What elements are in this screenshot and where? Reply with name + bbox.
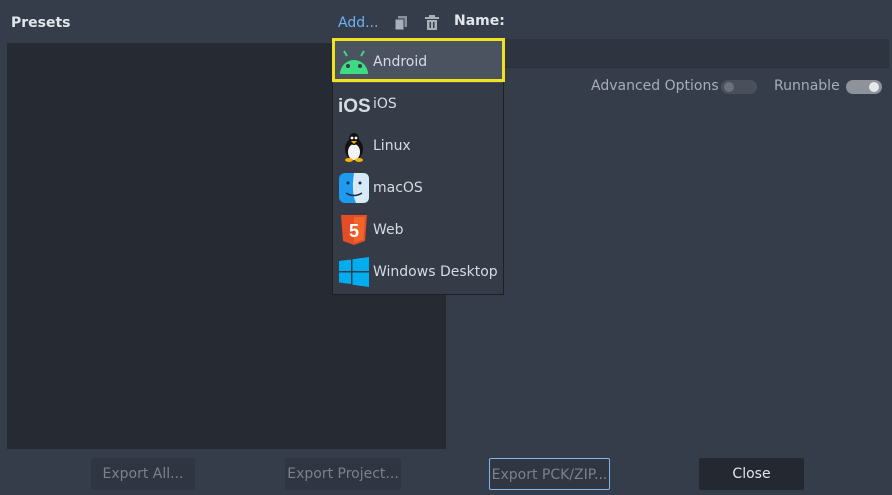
menu-item-label: Web xyxy=(373,222,404,238)
add-platform-menu: Android iOS iOS Linux macOS 5 Web Window… xyxy=(332,38,504,295)
advanced-options-toggle[interactable] xyxy=(721,80,757,94)
name-field[interactable] xyxy=(495,39,889,68)
html5-icon: 5 xyxy=(338,214,370,246)
name-label: Name: xyxy=(454,13,505,29)
menu-item-android[interactable]: Android xyxy=(333,41,503,83)
menu-item-label: Windows Desktop xyxy=(373,264,498,280)
menu-item-macos[interactable]: macOS xyxy=(333,167,503,209)
menu-item-linux[interactable]: Linux xyxy=(333,125,503,167)
linux-tux-icon xyxy=(338,130,370,162)
runnable-label: Runnable xyxy=(774,78,840,94)
menu-item-label: Linux xyxy=(373,138,411,154)
add-preset-button[interactable]: Add... xyxy=(338,15,378,31)
menu-item-ios[interactable]: iOS iOS xyxy=(333,83,503,125)
export-pck-zip-button[interactable]: Export PCK/ZIP... xyxy=(489,458,610,490)
macos-finder-icon xyxy=(338,172,370,204)
delete-icon[interactable] xyxy=(423,14,441,32)
export-project-button[interactable]: Export Project... xyxy=(285,458,401,490)
menu-item-windows-desktop[interactable]: Windows Desktop xyxy=(333,251,503,293)
runnable-toggle[interactable] xyxy=(846,80,882,94)
windows-icon xyxy=(338,256,370,288)
menu-item-label: iOS xyxy=(373,96,397,112)
ios-icon: iOS xyxy=(338,88,371,120)
menu-item-label: macOS xyxy=(373,180,423,196)
close-button[interactable]: Close xyxy=(699,458,804,490)
duplicate-icon[interactable] xyxy=(392,14,410,32)
menu-item-label: Android xyxy=(373,54,428,70)
export-all-button[interactable]: Export All... xyxy=(91,458,195,490)
svg-text:5: 5 xyxy=(349,221,359,241)
menu-item-web[interactable]: 5 Web xyxy=(333,209,503,251)
svg-text:iOS: iOS xyxy=(338,96,370,117)
android-icon xyxy=(338,46,370,78)
presets-title: Presets xyxy=(11,15,71,31)
advanced-options-label: Advanced Options xyxy=(591,78,719,94)
